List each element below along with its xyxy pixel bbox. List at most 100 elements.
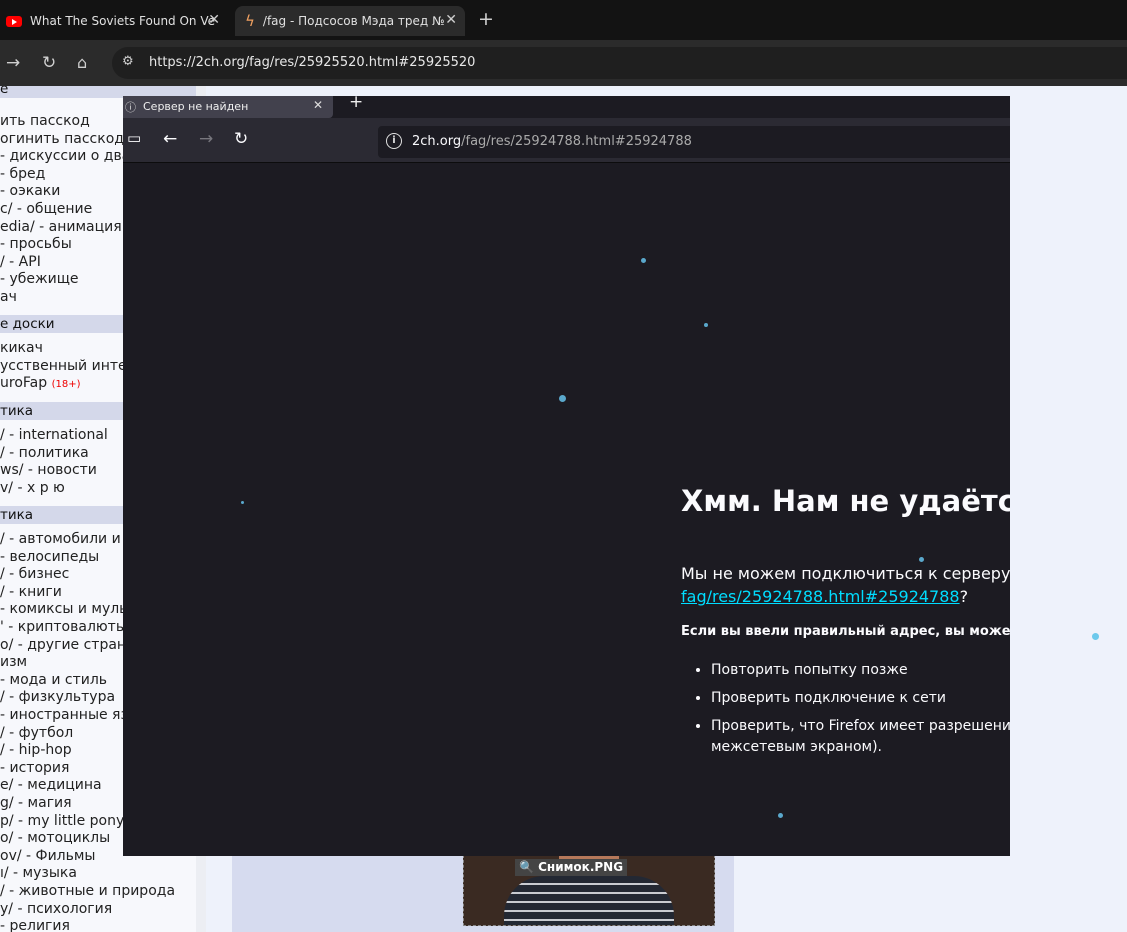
- sidebar-board-link[interactable]: ' - криптовалюты: [0, 619, 127, 636]
- board-link-label: - бред: [0, 165, 46, 182]
- sidebar-board-link[interactable]: e/ - медицина: [0, 777, 102, 794]
- list-item: Повторить попытку позже: [711, 656, 1010, 684]
- board-link-label: - убежище: [0, 271, 79, 288]
- sidebar-board-link[interactable]: ач: [0, 289, 17, 306]
- back-icon[interactable]: ←: [163, 129, 177, 149]
- suggestion-list: Повторить попытку позже Проверить подклю…: [693, 656, 1010, 758]
- address-bar: → ↻ ⌂ ⚙ https://2ch.org/fag/res/25925520…: [0, 40, 1127, 86]
- sidebar-board-link[interactable]: огинить пасскод: [0, 131, 124, 148]
- board-link-label: / - физкультура: [0, 689, 116, 706]
- board-link-label: p/ - my little pony: [0, 812, 125, 829]
- sidebar-board-link[interactable]: - религия: [0, 918, 70, 932]
- decorative-dot: [1092, 633, 1099, 640]
- board-link-label: o/ - другие страны: [0, 636, 138, 653]
- board-link-label: изм: [0, 654, 28, 671]
- bolt-icon: ϟ: [245, 12, 255, 30]
- ff-url-field[interactable]: i 2ch.org/fag/res/25924788.html#25924788: [378, 126, 1010, 158]
- close-icon[interactable]: ✕: [313, 98, 323, 112]
- sidebar-board-link[interactable]: усственный интел: [0, 358, 136, 375]
- board-link-label: - комиксы и муль: [0, 601, 128, 618]
- tab-title: What The Soviets Found On Ve: [30, 14, 216, 28]
- sidebar-icon[interactable]: ▭: [127, 129, 141, 147]
- board-link-label: g/ - магия: [0, 795, 72, 811]
- close-icon[interactable]: ✕: [445, 12, 457, 28]
- error-description: Мы не можем подключиться к серверу 2c fa…: [681, 564, 1010, 606]
- forward-icon[interactable]: →: [6, 53, 20, 73]
- sidebar-board-link[interactable]: / - API: [0, 254, 41, 271]
- sidebar-board-link[interactable]: ov/ - Фильмы: [0, 848, 95, 865]
- sidebar-board-link[interactable]: - просьбы: [0, 236, 72, 253]
- tab-youtube[interactable]: What The Soviets Found On Ve ✕: [0, 6, 228, 36]
- sidebar-board-link[interactable]: / - животные и природа: [0, 883, 175, 900]
- reload-icon[interactable]: ↻: [234, 129, 248, 149]
- board-link-label: ач: [0, 289, 17, 305]
- forward-icon[interactable]: →: [199, 129, 213, 149]
- board-link-label: / - API: [0, 253, 41, 270]
- reload-icon[interactable]: ↻: [42, 53, 56, 73]
- board-link-label: усственный интел: [0, 357, 136, 374]
- decorative-dot: [559, 395, 566, 402]
- board-link-label: / - бизнес: [0, 566, 70, 583]
- sidebar-board-link[interactable]: c/ - общение: [0, 201, 92, 218]
- sidebar-board-link[interactable]: ить пасскод: [0, 113, 90, 130]
- sidebar-board-link[interactable]: / - автомобили и т: [0, 531, 133, 548]
- sidebar-board-link[interactable]: - комиксы и муль: [0, 601, 127, 618]
- decorative-dot: [704, 323, 708, 327]
- error-title: Хмм. Нам не удаётся: [681, 484, 1010, 518]
- sidebar-board-link[interactable]: - оэкаки: [0, 183, 60, 200]
- sidebar-board-link[interactable]: v/ - х р ю: [0, 480, 65, 497]
- tab-2ch[interactable]: ϟ /fag - Подсосов Мэда тред № ✕: [235, 6, 465, 36]
- sidebar-board-link[interactable]: / - физкультура: [0, 689, 115, 706]
- home-icon[interactable]: ⌂: [77, 53, 87, 72]
- site-settings-icon[interactable]: ⚙: [122, 54, 134, 69]
- sidebar-board-link[interactable]: - история: [0, 760, 69, 777]
- sidebar-board-link[interactable]: o/ - мотоциклы: [0, 830, 110, 847]
- board-link-label: o/ - мотоциклы: [0, 830, 111, 847]
- sidebar-board-link[interactable]: g/ - магия: [0, 795, 72, 812]
- sidebar-board-link[interactable]: / - hip-hop: [0, 742, 72, 759]
- sidebar-board-link[interactable]: / - бизнес: [0, 566, 69, 583]
- sidebar-board-link[interactable]: o/ - другие страны: [0, 637, 137, 654]
- sidebar-board-link[interactable]: - иностранные яз: [0, 707, 128, 724]
- sidebar-board-link[interactable]: uroFap (18+): [0, 375, 80, 393]
- tab-strip: What The Soviets Found On Ve ✕ ϟ /fag - …: [0, 0, 1127, 40]
- sidebar-board-link[interactable]: / - политика: [0, 445, 89, 462]
- sidebar-board-link[interactable]: - мода и стиль: [0, 672, 107, 689]
- suggestions-heading: Если вы ввели правильный адрес, вы может…: [681, 624, 1010, 639]
- sidebar-board-link[interactable]: изм: [0, 654, 27, 671]
- sidebar-board-link[interactable]: / - international: [0, 427, 108, 444]
- sidebar-board-link[interactable]: - велосипеды: [0, 549, 99, 566]
- sidebar-board-link[interactable]: - бред: [0, 166, 45, 183]
- sidebar-board-link[interactable]: p/ - my little pony: [0, 813, 124, 830]
- sidebar-board-link[interactable]: y/ - психология: [0, 901, 112, 918]
- url-field[interactable]: ⚙ https://2ch.org/fag/res/25925520.html#…: [112, 47, 1127, 79]
- sidebar-board-link[interactable]: / - книги: [0, 584, 62, 601]
- board-link-label: ws/ - новости: [0, 462, 97, 479]
- board-link-label: - мода и стиль: [0, 671, 108, 688]
- ff-tab-title: Сервер не найден: [143, 100, 249, 113]
- image-filename[interactable]: 🔍 Снимок.PNG: [515, 859, 628, 876]
- board-link-label: ı/ - музыка: [0, 865, 77, 882]
- error-url-link[interactable]: fag/res/25924788.html#25924788: [681, 587, 960, 606]
- info-icon[interactable]: i: [386, 133, 402, 149]
- ff-url-text[interactable]: 2ch.org/fag/res/25924788.html#25924788: [412, 134, 692, 149]
- sidebar-board-link[interactable]: edia/ - анимация: [0, 219, 122, 236]
- sidebar-board-link[interactable]: ı/ - музыка: [0, 865, 77, 882]
- board-link-label: / - футбол: [0, 724, 74, 741]
- new-tab-button[interactable]: +: [478, 8, 494, 30]
- board-link-label: / - книги: [0, 583, 62, 600]
- sidebar-board-link[interactable]: - дискуссии о два: [0, 148, 130, 165]
- close-icon[interactable]: ✕: [208, 12, 220, 28]
- board-link-label: - история: [0, 759, 70, 776]
- board-link-label: огинить пасскод: [0, 130, 124, 147]
- board-link-label: / - hip-hop: [0, 742, 72, 759]
- sidebar-board-link[interactable]: - убежище: [0, 271, 79, 288]
- sidebar-board-link[interactable]: кикач: [0, 340, 43, 357]
- info-icon: ⓘ: [125, 101, 136, 114]
- sidebar-board-link[interactable]: ws/ - новости: [0, 462, 97, 479]
- ff-tab[interactable]: ⓘ Сервер не найден ✕: [123, 96, 333, 118]
- board-link-label: edia/ - анимация: [0, 218, 122, 235]
- sidebar-board-link[interactable]: / - футбол: [0, 725, 73, 742]
- new-tab-button[interactable]: +: [349, 96, 363, 112]
- url-text[interactable]: https://2ch.org/fag/res/25925520.html#25…: [149, 55, 475, 70]
